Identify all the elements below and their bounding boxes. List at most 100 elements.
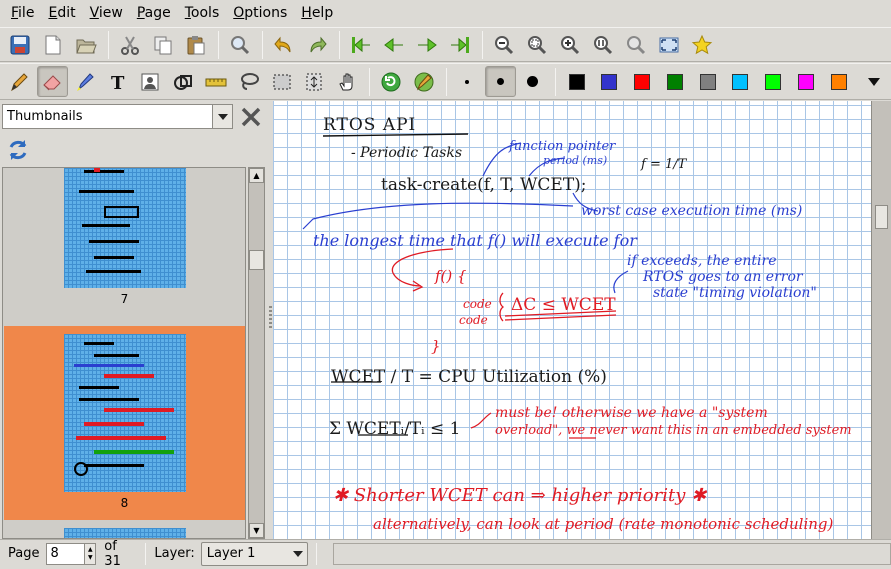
- rect-select-button[interactable]: [266, 66, 297, 97]
- toolbar-separator: [555, 67, 557, 96]
- note-canvas[interactable]: RTOS API - Periodic Tasks function point…: [273, 101, 871, 539]
- color-green-button[interactable]: [660, 66, 691, 97]
- zoom-in-button[interactable]: [554, 29, 585, 60]
- menu-help[interactable]: Help: [294, 0, 340, 27]
- next-page-icon: [417, 37, 437, 52]
- canvas-scrollbar-thumb[interactable]: [875, 205, 888, 229]
- color-lightblue-button[interactable]: [725, 66, 756, 97]
- note-delta-c: ΔC ≤ WCET: [511, 295, 616, 315]
- spin-up-icon[interactable]: ▲: [88, 546, 93, 554]
- text-tool-button[interactable]: T: [102, 66, 133, 97]
- rect-select-icon: [273, 74, 291, 89]
- copy-button[interactable]: [147, 29, 178, 60]
- note-if-exceeds-2: RTOS goes to an error: [643, 269, 803, 285]
- thumbnail-image: [63, 334, 186, 492]
- toolbar-separator: [445, 67, 447, 96]
- cut-button[interactable]: [114, 29, 145, 60]
- default-pen-button[interactable]: [375, 66, 406, 97]
- first-page-button[interactable]: [345, 29, 376, 60]
- close-sidebar-icon[interactable]: [240, 106, 262, 128]
- zoom-fit-button[interactable]: [521, 29, 552, 60]
- ruler-button[interactable]: [201, 66, 232, 97]
- panel-selector-arrow[interactable]: [212, 105, 232, 128]
- layer-value: Layer 1: [206, 545, 256, 561]
- save-button[interactable]: [4, 29, 35, 60]
- color-red-button[interactable]: [627, 66, 658, 97]
- note-must-be-1: must be! otherwise we have a "system: [495, 405, 768, 421]
- paste-icon: [187, 35, 204, 54]
- highlighter-icon: [76, 72, 94, 91]
- zoom-100-button[interactable]: [587, 29, 618, 60]
- pen-tool-button[interactable]: [4, 66, 35, 97]
- pen-settings-button[interactable]: [408, 66, 439, 97]
- lasso-button[interactable]: [233, 66, 264, 97]
- redo-button[interactable]: [301, 29, 332, 60]
- thickness-thick-button[interactable]: [518, 66, 549, 97]
- color-lightgreen-button[interactable]: [758, 66, 789, 97]
- color-swatch-magenta: [798, 73, 815, 90]
- shape-recognizer-button[interactable]: [168, 66, 199, 97]
- hand-icon: [339, 73, 353, 90]
- hand-tool-button[interactable]: [332, 66, 363, 97]
- zoom-width-button[interactable]: [620, 29, 651, 60]
- menu-edit[interactable]: Edit: [41, 0, 82, 27]
- open-button[interactable]: [70, 29, 101, 60]
- vertical-space-button[interactable]: [299, 66, 330, 97]
- eraser-icon: [43, 74, 61, 90]
- scroll-up-button[interactable]: ▲: [249, 168, 264, 183]
- color-blue-button[interactable]: [594, 66, 625, 97]
- note-sum: Σ WCETᵢ/Tᵢ ≤ 1: [329, 419, 461, 439]
- shape-recognizer-icon: [174, 74, 193, 90]
- pen-settings-icon: [414, 72, 434, 91]
- undo-icon: [273, 36, 290, 52]
- chevron-down-icon: [217, 113, 228, 120]
- color-magenta-button[interactable]: [791, 66, 822, 97]
- menu-page[interactable]: Page: [130, 0, 178, 27]
- sidebar-panel-selector[interactable]: Thumbnails: [2, 104, 233, 129]
- canvas-scrollbar[interactable]: [871, 101, 891, 539]
- color-black-button[interactable]: [561, 66, 592, 97]
- color-swatch-red: [634, 73, 651, 90]
- paste-button[interactable]: [180, 29, 211, 60]
- spinner-buttons[interactable]: ▲ ▼: [84, 543, 96, 564]
- previous-page-button[interactable]: [378, 29, 409, 60]
- scroll-down-button[interactable]: ▼: [249, 523, 264, 538]
- eraser-tool-button[interactable]: [36, 66, 68, 97]
- menu-options[interactable]: Options: [226, 0, 294, 27]
- layer-select[interactable]: Layer 1: [200, 541, 309, 566]
- bookmark-button[interactable]: [686, 29, 717, 60]
- find-button[interactable]: [224, 29, 255, 60]
- thickness-medium-button[interactable]: [484, 66, 516, 97]
- next-page-button[interactable]: [411, 29, 442, 60]
- note-title: RTOS API: [323, 115, 417, 135]
- page-number-spinner[interactable]: 8 ▲ ▼: [46, 542, 97, 565]
- scrollbar-thumb[interactable]: [249, 250, 264, 270]
- sidebar-title: Thumbnails: [7, 109, 83, 124]
- color-orange-button[interactable]: [823, 66, 854, 97]
- splitter-grip: [269, 310, 272, 312]
- toolbar-overflow-button[interactable]: [858, 66, 889, 97]
- zoom-width-icon: [626, 35, 645, 54]
- fullscreen-button[interactable]: [653, 29, 684, 60]
- last-page-button[interactable]: [444, 29, 475, 60]
- zoom-out-button[interactable]: [488, 29, 519, 60]
- color-gray-button[interactable]: [692, 66, 723, 97]
- new-button[interactable]: [37, 29, 68, 60]
- undo-button[interactable]: [268, 29, 299, 60]
- thumbnail-page-9[interactable]: [4, 520, 245, 538]
- thumbnail-page-7[interactable]: 7: [4, 168, 245, 318]
- menu-view[interactable]: View: [83, 0, 130, 27]
- default-pen-icon: [381, 72, 401, 91]
- thumbnail-sidebar: Thumbnails 7 8 ▲ ▼: [0, 101, 268, 539]
- thumbnail-scrollbar[interactable]: ▲ ▼: [248, 167, 265, 539]
- menu-file[interactable]: File: [4, 0, 41, 27]
- spin-down-icon[interactable]: ▼: [88, 554, 93, 562]
- svg-text:T: T: [111, 73, 125, 93]
- refresh-icon[interactable]: [6, 138, 30, 162]
- highlighter-tool-button[interactable]: [70, 66, 101, 97]
- thumbnail-page-8[interactable]: 8: [4, 326, 245, 520]
- image-icon: [141, 73, 159, 90]
- thickness-fine-button[interactable]: [452, 66, 483, 97]
- image-tool-button[interactable]: [135, 66, 166, 97]
- menu-tools[interactable]: Tools: [178, 0, 227, 27]
